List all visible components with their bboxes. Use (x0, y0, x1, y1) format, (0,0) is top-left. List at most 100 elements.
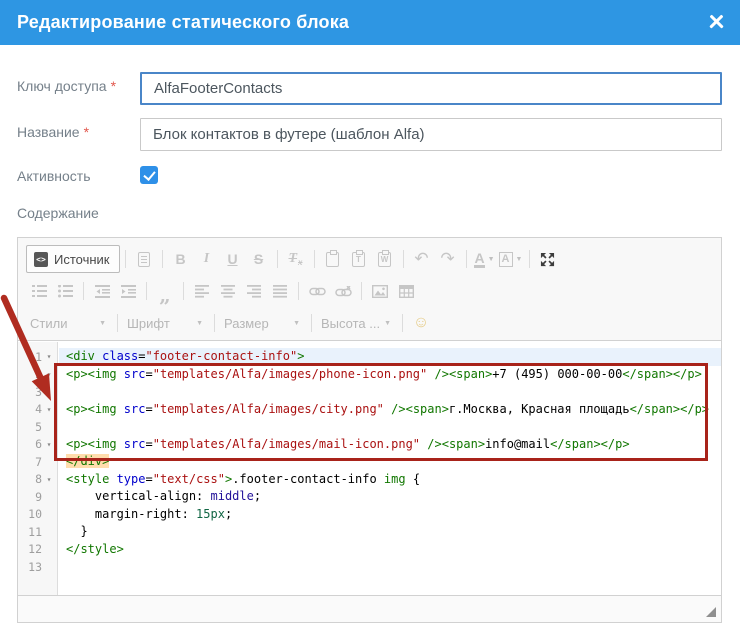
paste-text-button[interactable]: T (347, 247, 371, 271)
paste-icon (326, 252, 339, 267)
align-center-button[interactable] (216, 279, 240, 303)
styles-dropdown-label: Стили (30, 316, 67, 331)
blockquote-icon: „ (159, 290, 171, 300)
unlink-button[interactable] (331, 279, 355, 303)
numbered-list-icon (32, 285, 47, 298)
active-label: Активность (17, 168, 91, 184)
line-height-dropdown-label: Высота ... (321, 316, 380, 331)
remove-format-button[interactable]: Tx (284, 247, 308, 271)
source-code-editor[interactable]: 1▾2▾34▾56▾78▾910111213 <div class="foote… (18, 342, 721, 596)
paste-word-button[interactable]: W (373, 247, 397, 271)
numbered-list-button[interactable] (27, 279, 51, 303)
code-line-2[interactable]: <p><img src="templates/Alfa/images/phone… (59, 366, 721, 384)
active-checkbox[interactable] (140, 166, 158, 184)
name-field[interactable] (140, 118, 722, 151)
strikethrough-icon: S (254, 251, 263, 267)
editor-toolbar: <> Источник B I U S Tx T W ↶ ↷ (18, 238, 721, 341)
text-color-icon: A (474, 251, 484, 268)
bold-button[interactable]: B (169, 247, 193, 271)
align-center-icon (221, 285, 235, 298)
table-button[interactable] (394, 279, 418, 303)
underline-button[interactable]: U (221, 247, 245, 271)
undo-icon: ↶ (414, 249, 428, 269)
required-asterisk: * (111, 78, 116, 94)
align-right-button[interactable] (242, 279, 266, 303)
justify-icon (273, 285, 287, 298)
page-title: Редактирование статического блока (0, 12, 349, 33)
code-line-8[interactable]: <style type="text/css">.footer-contact-i… (59, 471, 721, 489)
source-button-label: Источник (54, 252, 110, 267)
font-dropdown[interactable]: Шрифт ▼ (123, 311, 209, 335)
strikethrough-button[interactable]: S (247, 247, 271, 271)
chevron-down-icon: ▼ (196, 320, 203, 327)
redo-button[interactable]: ↷ (436, 247, 460, 271)
toolbar-row-1: <> Источник B I U S Tx T W ↶ ↷ (26, 243, 713, 275)
bulleted-list-button[interactable] (53, 279, 77, 303)
maximize-button[interactable] (536, 247, 560, 271)
code-line-3[interactable] (59, 383, 721, 401)
size-dropdown[interactable]: Размер▼ (220, 311, 306, 335)
text-color-button[interactable]: A▼ (473, 247, 497, 271)
align-left-button[interactable] (190, 279, 214, 303)
undo-button[interactable]: ↶ (410, 247, 434, 271)
link-icon (309, 287, 326, 296)
wysiwyg-editor: <> Источник B I U S Tx T W ↶ ↷ (17, 237, 722, 623)
line-height-dropdown[interactable]: Высота ...▼ (317, 311, 397, 335)
paste-button[interactable] (321, 247, 345, 271)
redo-icon: ↷ (440, 249, 454, 269)
chevron-down-icon: ▼ (488, 256, 495, 263)
templates-button[interactable] (132, 247, 156, 271)
editor-bottom-bar (18, 595, 721, 622)
code-line-5[interactable] (59, 418, 721, 436)
maximize-icon (540, 252, 555, 267)
required-asterisk: * (84, 124, 89, 140)
code-line-12[interactable]: </style> (59, 541, 721, 559)
chevron-down-icon: ▼ (99, 320, 106, 327)
code-line-10[interactable]: margin-right: 15px; (59, 506, 721, 524)
access-key-label: Ключ доступа* (17, 78, 116, 94)
size-dropdown-label: Размер (224, 316, 269, 331)
content-label: Содержание (17, 205, 99, 221)
bg-color-icon: A (499, 252, 513, 267)
code-line-7[interactable]: </div> (59, 453, 721, 471)
styles-dropdown[interactable]: Стили ▼ (26, 311, 112, 335)
image-button[interactable] (368, 279, 392, 303)
blockquote-button[interactable]: „ (153, 283, 177, 307)
bold-icon: B (175, 251, 185, 267)
align-left-icon (195, 285, 209, 298)
unlink-icon (335, 286, 352, 297)
source-icon: <> (34, 252, 48, 267)
resize-handle-icon[interactable] (706, 607, 716, 617)
templates-icon (138, 252, 150, 267)
modal-header: Редактирование статического блока (0, 0, 740, 45)
justify-button[interactable] (268, 279, 292, 303)
toolbar-row-2: „ (26, 275, 713, 307)
code-line-11[interactable]: } (59, 523, 721, 541)
toolbar-row-3: Стили ▼ Шрифт ▼ Размер▼ Высота ...▼ ☺ (26, 307, 713, 339)
code-lines[interactable]: <div class="footer-contact-info"><p><img… (59, 342, 721, 596)
name-label: Название* (17, 124, 89, 140)
outdent-button[interactable] (90, 279, 114, 303)
indent-button[interactable] (116, 279, 140, 303)
access-key-field[interactable] (140, 72, 722, 105)
code-line-6[interactable]: <p><img src="templates/Alfa/images/mail-… (59, 436, 721, 454)
code-line-1[interactable]: <div class="footer-contact-info"> (59, 348, 721, 366)
code-gutter[interactable]: 1▾2▾34▾56▾78▾910111213 (18, 342, 58, 596)
font-dropdown-label: Шрифт (127, 316, 170, 331)
source-button[interactable]: <> Источник (26, 245, 120, 273)
smiley-button[interactable]: ☺ (409, 311, 433, 335)
table-icon (399, 285, 414, 298)
remove-format-icon: T (288, 251, 297, 267)
close-icon[interactable] (706, 12, 726, 32)
paste-word-icon: W (378, 252, 391, 267)
link-button[interactable] (305, 279, 329, 303)
edit-static-block-modal: Редактирование статического блока Ключ д… (0, 0, 740, 632)
indent-icon (121, 285, 136, 298)
align-right-icon (247, 285, 261, 298)
italic-button[interactable]: I (195, 247, 219, 271)
bg-color-button[interactable]: A▼ (499, 247, 523, 271)
code-line-13[interactable] (59, 558, 721, 576)
outdent-icon (95, 285, 110, 298)
code-line-4[interactable]: <p><img src="templates/Alfa/images/city.… (59, 401, 721, 419)
code-line-9[interactable]: vertical-align: middle; (59, 488, 721, 506)
